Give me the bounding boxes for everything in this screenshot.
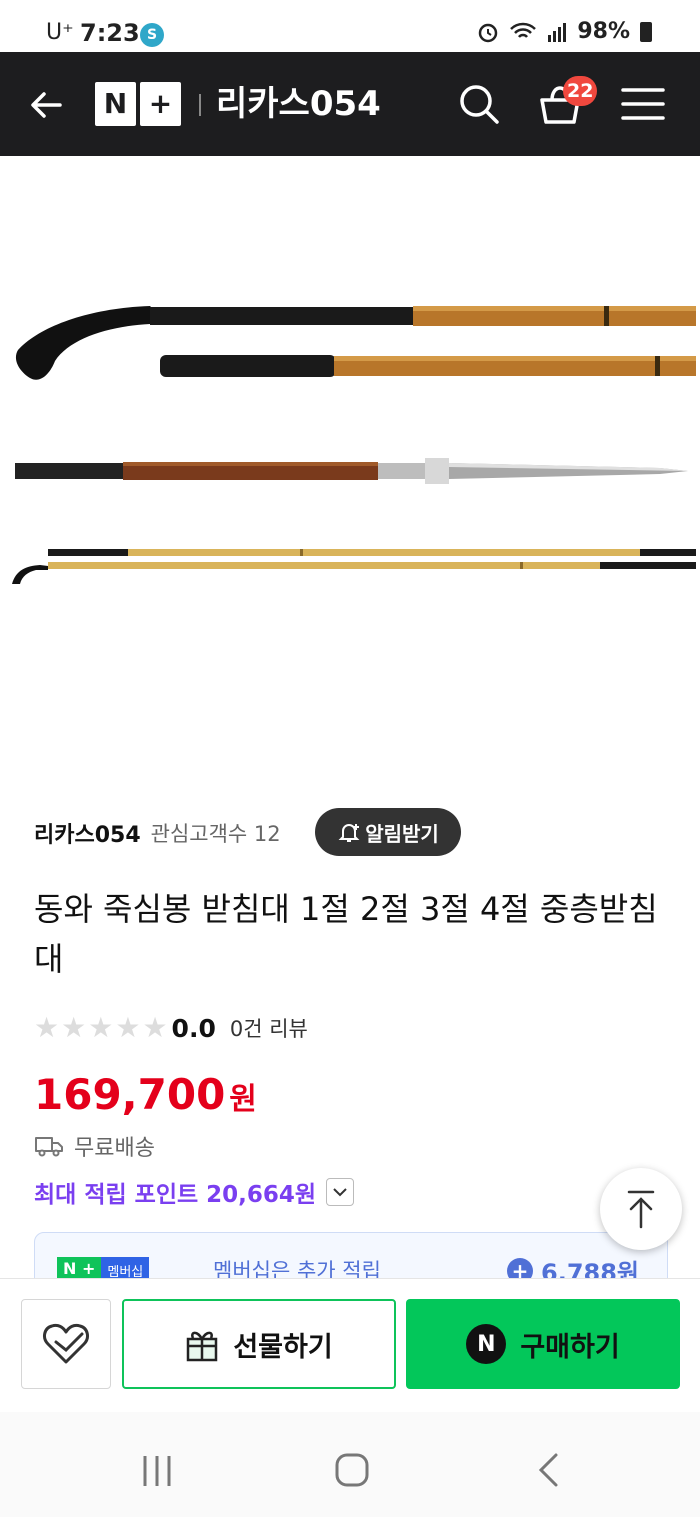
star-icon: ★ [34, 1011, 60, 1044]
cart-count-badge: 22 [563, 76, 598, 106]
wishlist-button[interactable] [21, 1299, 111, 1389]
logo-plus: + [140, 82, 181, 126]
alarm-icon [479, 23, 498, 42]
arrow-up-icon [627, 1190, 655, 1229]
star-icon: ★ [61, 1011, 87, 1044]
naver-pay-icon: N [466, 1324, 507, 1364]
carrier-label: U⁺ [46, 20, 74, 45]
seller-info: 리카스054 관심고객수 12 [34, 808, 281, 858]
status-icons: 98% [477, 19, 652, 44]
logo-n: N [95, 82, 136, 126]
naver-plus-logo[interactable]: N + [95, 82, 181, 126]
product-image[interactable] [0, 156, 700, 766]
star-icon: ★ [88, 1011, 114, 1044]
buy-button[interactable]: N 구매하기 [406, 1299, 680, 1389]
price-unit: 원 [229, 1082, 257, 1117]
rod-2-image [160, 355, 696, 377]
battery-percent: 98% [577, 19, 630, 44]
search-icon[interactable] [455, 80, 503, 128]
shipping-label: 무료배송 [74, 1136, 155, 1161]
home-icon[interactable] [334, 1452, 370, 1488]
scroll-to-top-button[interactable] [600, 1168, 682, 1250]
star-rating: ★ ★ ★ ★ ★ [34, 1014, 168, 1042]
price: 169,700 원 [34, 1070, 257, 1119]
back-nav-icon[interactable] [536, 1452, 562, 1488]
wifi-icon [510, 22, 537, 38]
points-info[interactable]: 최대 적립 포인트 20,664원 [34, 1174, 355, 1210]
bottom-action-bar: 선물하기 N 구매하기 [0, 1278, 700, 1412]
gift-icon [187, 1331, 218, 1362]
seller-name[interactable]: 리카스054 [34, 817, 141, 849]
review-count[interactable]: 0건 리뷰 [230, 1013, 308, 1043]
hamburger-menu-icon[interactable] [621, 86, 665, 122]
heart-check-icon [43, 1323, 89, 1364]
star-icon: ★ [142, 1011, 168, 1044]
star-icon: ★ [115, 1011, 141, 1044]
follower-count: 관심고객수 12 [150, 822, 281, 846]
signal-icon [548, 22, 567, 42]
back-arrow-icon[interactable] [24, 82, 70, 128]
gift-label: 선물하기 [233, 1331, 333, 1363]
header-divider [199, 94, 201, 116]
status-bar: U⁺ 7:23 S 98% [0, 0, 700, 52]
app-header: N + 리카스054 22 [0, 52, 700, 156]
product-title: 동와 죽심봉 받침대 1절 2절 3절 4절 중층받침대 [34, 890, 658, 978]
store-title[interactable]: 리카스054 [216, 82, 381, 126]
bell-plus-icon [338, 824, 360, 842]
shipping-info: 무료배송 [34, 1130, 155, 1162]
app-notification-icon: S [140, 23, 164, 47]
clock: 7:23 [80, 19, 140, 47]
delivery-truck-icon [35, 1137, 63, 1157]
notify-label: 알림받기 [365, 821, 439, 846]
points-label: 최대 적립 포인트 20,664원 [34, 1182, 317, 1208]
price-value: 169,700 [34, 1070, 226, 1119]
battery-icon [640, 21, 652, 42]
rating-score: 0.0 [171, 1013, 216, 1043]
system-navigation-bar [0, 1412, 700, 1517]
buy-label: 구매하기 [520, 1331, 620, 1363]
gift-button[interactable]: 선물하기 [122, 1299, 396, 1389]
rating-row[interactable]: ★ ★ ★ ★ ★ 0.0 0건 리뷰 [34, 1010, 308, 1046]
chevron-down-icon[interactable] [326, 1178, 355, 1206]
notify-button[interactable]: 알림받기 [315, 808, 461, 856]
recent-apps-icon[interactable] [140, 1454, 174, 1488]
